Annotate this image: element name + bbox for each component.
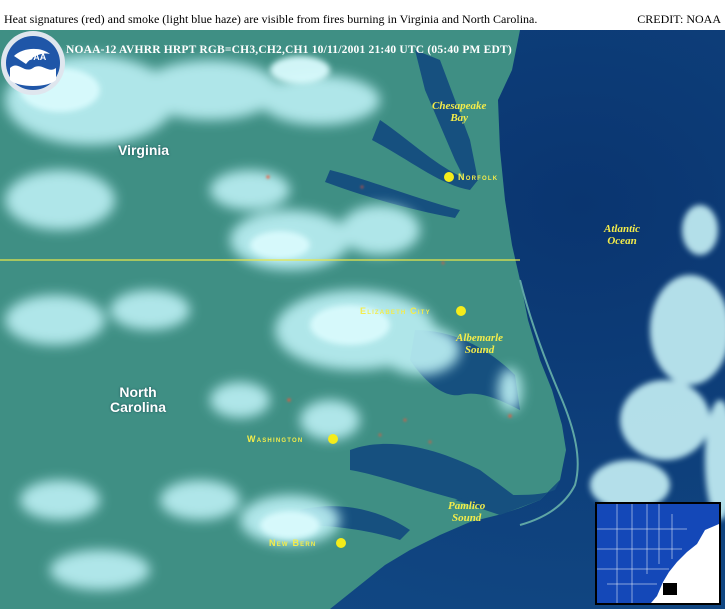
noaa-seal-icon: NOAA bbox=[1, 31, 65, 95]
city-dot-norfolk bbox=[444, 172, 454, 182]
city-dot-washington bbox=[328, 434, 338, 444]
image-credit: CREDIT: NOAA bbox=[637, 12, 721, 26]
caption-bar: Heat signatures (red) and smoke (light b… bbox=[0, 0, 725, 30]
water-label-albemarle-sound: Albemarle Sound bbox=[456, 332, 504, 356]
city-dot-new-bern bbox=[336, 538, 346, 548]
locator-map-graphic bbox=[597, 504, 719, 603]
water-label-atlantic-ocean: Atlantic Ocean bbox=[604, 223, 641, 247]
water-label-pamlico-sound: Pamlico Sound bbox=[448, 500, 486, 524]
city-label-washington: Washington bbox=[247, 434, 304, 444]
city-label-norfolk: Norfolk bbox=[458, 172, 499, 182]
state-label-virginia: Virginia bbox=[118, 142, 170, 158]
satellite-map: NOAA NOAA-12 AVHRR HRPT RGB=CH3,CH2,CH1 … bbox=[0, 30, 725, 609]
city-label-elizabeth-city: Elizabeth City bbox=[360, 306, 431, 316]
water-label-chesapeake-bay: Chesapeake Bay bbox=[432, 100, 487, 124]
state-label-north-carolina: North Carolina bbox=[110, 384, 167, 415]
image-caption: Heat signatures (red) and smoke (light b… bbox=[4, 12, 538, 26]
inset-location-marker bbox=[663, 583, 677, 595]
locator-inset-map bbox=[595, 502, 721, 605]
city-dot-elizabeth-city bbox=[456, 306, 466, 316]
satellite-info-header: NOAA-12 AVHRR HRPT RGB=CH3,CH2,CH1 10/11… bbox=[66, 44, 512, 56]
city-label-new-bern: New Bern bbox=[269, 538, 317, 548]
noaa-logo-text: NOAA bbox=[20, 52, 47, 62]
